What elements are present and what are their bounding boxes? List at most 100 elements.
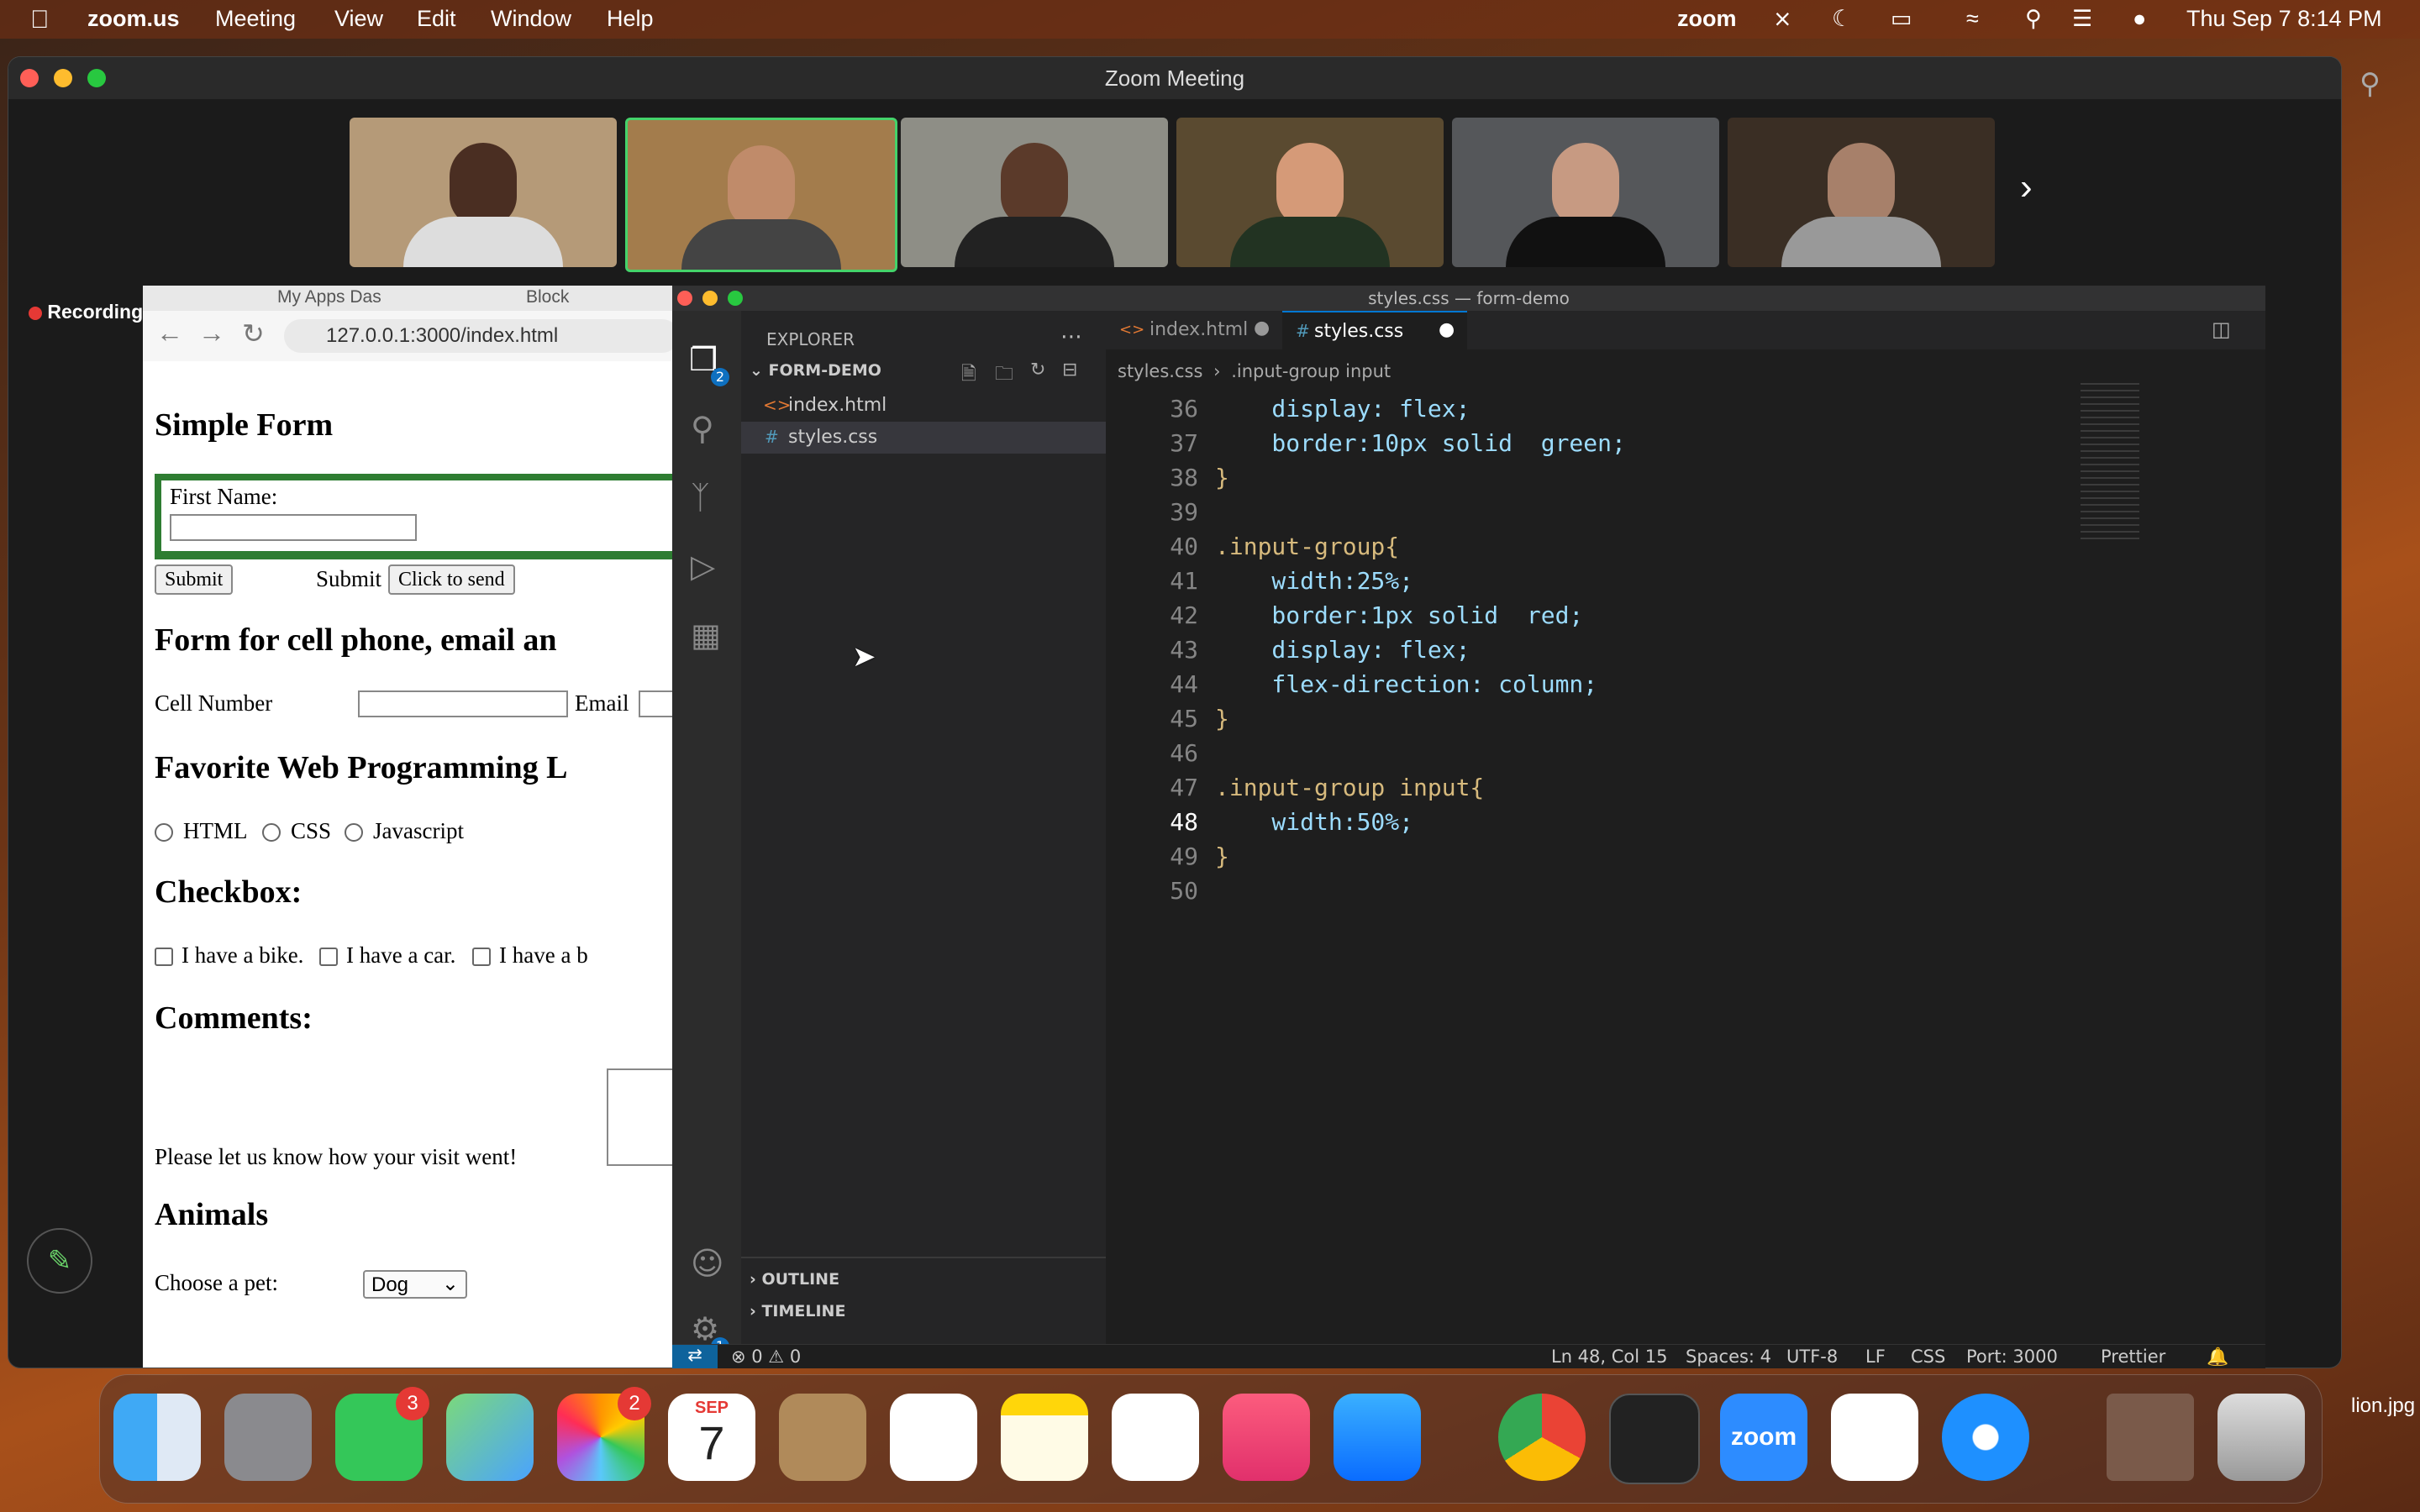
- cell-number-input[interactable]: [358, 690, 568, 717]
- mute-icon[interactable]: ⨯: [1773, 6, 1792, 32]
- timeline-section[interactable]: › TIMELINE: [750, 1302, 845, 1320]
- menu-datetime[interactable]: Thu Sep 7 8:14 PM: [2186, 6, 2382, 32]
- code-line[interactable]: .input-group input{: [1215, 774, 1484, 801]
- terminal-icon[interactable]: [1609, 1394, 1700, 1484]
- checkbox-third[interactable]: [472, 948, 491, 966]
- music-icon[interactable]: [1223, 1394, 1310, 1481]
- project-folder[interactable]: ⌄ FORM-DEMO: [750, 361, 881, 380]
- moon-icon[interactable]: ☾: [1832, 6, 1852, 32]
- wifi-icon[interactable]: ≈: [1966, 6, 1979, 32]
- tab-index-html[interactable]: <> index.html ●: [1106, 311, 1282, 349]
- forward-icon[interactable]: →: [198, 318, 225, 349]
- maps-icon[interactable]: [446, 1394, 534, 1481]
- code-line[interactable]: border:1px solid red;: [1215, 601, 1583, 629]
- refresh-icon[interactable]: ↻: [1030, 360, 1045, 381]
- run-debug-icon[interactable]: ▷: [691, 548, 715, 585]
- indentation[interactable]: Spaces: 4: [1686, 1347, 1771, 1367]
- siri-icon[interactable]: ●: [2133, 6, 2146, 32]
- zoom-window-button[interactable]: [728, 291, 743, 306]
- submit-button[interactable]: Submit: [155, 564, 234, 595]
- freeform-icon[interactable]: [1112, 1394, 1199, 1481]
- pet-select[interactable]: Dog ⌄: [363, 1270, 467, 1299]
- account-icon[interactable]: ☺: [691, 1245, 724, 1282]
- participant-video[interactable]: [1728, 118, 1995, 267]
- control-center-icon[interactable]: ☰: [2072, 6, 2092, 32]
- chevron-right-icon[interactable]: ›: [2020, 166, 2033, 208]
- notes-icon[interactable]: [1001, 1394, 1088, 1481]
- participant-video-active[interactable]: [625, 118, 897, 272]
- remote-icon[interactable]: ⇄: [672, 1345, 718, 1368]
- unsaved-dot-icon[interactable]: ●: [1439, 319, 1455, 340]
- participant-video[interactable]: [1176, 118, 1444, 267]
- notifications-icon[interactable]: 🔔: [2207, 1347, 2228, 1368]
- zoom-window-button[interactable]: [87, 69, 106, 87]
- back-icon[interactable]: ←: [156, 318, 183, 349]
- new-folder-icon[interactable]: 🗀: [995, 360, 1013, 391]
- launchpad-icon[interactable]: [224, 1394, 312, 1481]
- source-control-icon[interactable]: ᛉ: [691, 479, 710, 516]
- close-window-button[interactable]: [677, 291, 692, 306]
- reminders-icon[interactable]: [890, 1394, 977, 1481]
- checkbox-bike[interactable]: [155, 948, 173, 966]
- search-icon[interactable]: ⚲: [2360, 67, 2381, 101]
- code-line[interactable]: }: [1215, 464, 1229, 491]
- prettier-status[interactable]: Prettier: [2101, 1347, 2165, 1367]
- apple-icon[interactable]: : [30, 6, 50, 34]
- extensions-icon[interactable]: ▦: [691, 617, 721, 654]
- code-line[interactable]: }: [1215, 843, 1229, 870]
- radio-css[interactable]: [262, 823, 281, 842]
- code-line[interactable]: .input-group{: [1215, 533, 1399, 560]
- code-line[interactable]: width:25%;: [1215, 567, 1413, 595]
- code-line[interactable]: display: flex;: [1215, 636, 1470, 664]
- menu-view[interactable]: View: [334, 6, 383, 32]
- chrome-icon[interactable]: [1498, 1394, 1586, 1481]
- more-actions-icon[interactable]: ⋯: [1060, 324, 1082, 349]
- participant-video[interactable]: [1452, 118, 1719, 267]
- checkbox-car[interactable]: [319, 948, 338, 966]
- problems-indicator[interactable]: ⊗ 0 ⚠ 0: [731, 1347, 801, 1367]
- participant-video[interactable]: [901, 118, 1168, 267]
- vscode-icon[interactable]: [1831, 1394, 1918, 1481]
- messages-icon[interactable]: 3: [335, 1387, 429, 1481]
- safari-icon[interactable]: [1942, 1394, 2029, 1481]
- contacts-icon[interactable]: [779, 1394, 866, 1481]
- participant-video[interactable]: [350, 118, 617, 267]
- radio-javascript[interactable]: [345, 823, 363, 842]
- zoom-app-icon[interactable]: zoom: [1720, 1394, 1807, 1481]
- click-to-send-button[interactable]: Click to send: [388, 564, 515, 595]
- live-server-port[interactable]: Port: 3000: [1966, 1347, 2058, 1367]
- trash-icon[interactable]: [2217, 1394, 2305, 1481]
- minimap[interactable]: [2081, 383, 2139, 543]
- unsaved-dot-icon[interactable]: ●: [1254, 318, 1270, 339]
- menu-meeting[interactable]: Meeting: [215, 6, 296, 32]
- app-store-icon[interactable]: [1334, 1394, 1421, 1481]
- code-line[interactable]: flex-direction: column;: [1215, 670, 1597, 698]
- battery-icon[interactable]: ▭: [1891, 6, 1912, 32]
- annotate-pencil-icon[interactable]: ✎: [27, 1228, 92, 1294]
- close-window-button[interactable]: [20, 69, 39, 87]
- line-ending[interactable]: LF: [1865, 1347, 1886, 1367]
- zoom-status-item[interactable]: zoom: [1677, 6, 1737, 32]
- desktop-file-label[interactable]: lion.jpg: [2351, 1394, 2415, 1418]
- split-editor-icon[interactable]: ◫: [2212, 318, 2231, 341]
- outline-section[interactable]: › OUTLINE: [750, 1270, 839, 1289]
- browser-tab[interactable]: My Apps Das: [277, 287, 381, 307]
- menu-window[interactable]: Window: [491, 6, 571, 32]
- encoding[interactable]: UTF-8: [1786, 1347, 1838, 1367]
- finder-icon[interactable]: [113, 1394, 201, 1481]
- code-line[interactable]: border:10px solid green;: [1215, 429, 1625, 457]
- first-name-input[interactable]: [170, 514, 417, 541]
- minimize-window-button[interactable]: [702, 291, 718, 306]
- collapse-icon[interactable]: ⊟: [1062, 360, 1077, 381]
- browser-tab[interactable]: Block: [526, 287, 569, 307]
- search-icon[interactable]: ⚲: [2025, 6, 2042, 32]
- radio-html[interactable]: [155, 823, 173, 842]
- search-icon[interactable]: ⚲: [691, 410, 714, 447]
- new-file-icon[interactable]: 🗎: [961, 360, 976, 391]
- minimize-window-button[interactable]: [54, 69, 72, 87]
- menu-help[interactable]: Help: [607, 6, 654, 32]
- reload-icon[interactable]: ↻: [242, 318, 265, 349]
- cursor-position[interactable]: Ln 48, Col 15: [1551, 1347, 1668, 1367]
- file-item-index-html[interactable]: <> index.html: [741, 390, 1106, 422]
- code-line[interactable]: width:50%;: [1215, 808, 1413, 836]
